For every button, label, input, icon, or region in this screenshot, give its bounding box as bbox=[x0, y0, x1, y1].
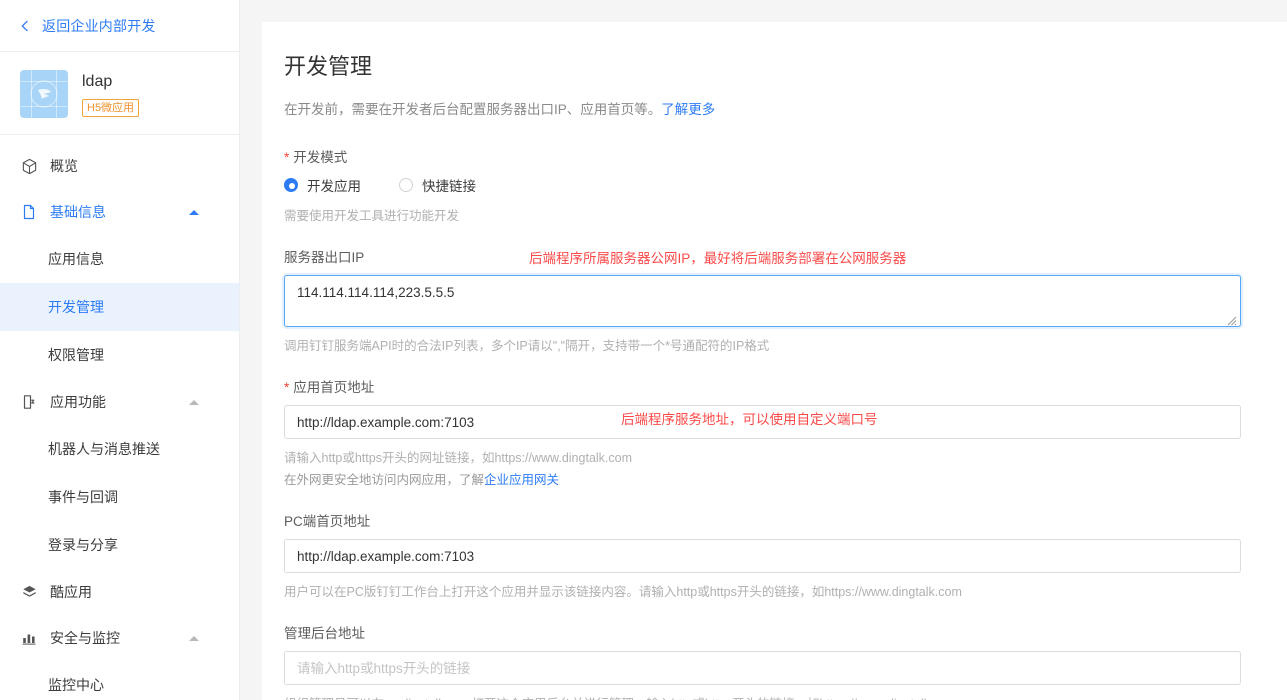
app-home-url-hint: 请输入http或https开头的网址链接，如https://www.dingta… bbox=[284, 451, 633, 465]
server-ip-hint: 调用钉钉服务端API时的合法IP列表，多个IP请以","隔开，支持带一个*号通配… bbox=[284, 339, 770, 353]
sidebar-item-label: 安全与监控 bbox=[50, 630, 120, 646]
dev-mode-label-row: * 开发模式 bbox=[284, 146, 1241, 166]
radio-dot-icon bbox=[284, 178, 298, 192]
learn-more-link[interactable]: 了解更多 bbox=[661, 102, 715, 117]
page-root: 返回企业内部开发 ldap H5微应用 概览 基础信息 应用信息 开发管理 权限… bbox=[0, 0, 1287, 700]
admin-url-label: 管理后台地址 bbox=[284, 626, 365, 641]
chevron-up-icon[interactable] bbox=[189, 635, 199, 641]
sidebar-item-label: 事件与回调 bbox=[48, 489, 118, 505]
sidebar-item-label: 权限管理 bbox=[48, 347, 104, 363]
sidebar-item-app-info[interactable]: 应用信息 bbox=[0, 235, 239, 283]
sidebar-item-label: 概览 bbox=[50, 158, 78, 174]
admin-url-field: 管理后台地址 组织管理员可以在oa.dingtalk.com打开这个应用后台并进… bbox=[284, 622, 1241, 700]
dev-mode-hint: 需要使用开发工具进行功能开发 bbox=[284, 209, 460, 223]
chevron-up-icon[interactable] bbox=[189, 209, 199, 215]
dev-management-card: 开发管理 在开发前，需要在开发者后台配置服务器出口IP、应用首页等。了解更多 *… bbox=[262, 22, 1287, 700]
sidebar-item-robot-push[interactable]: 机器人与消息推送 bbox=[0, 425, 239, 473]
radio-dot-icon bbox=[399, 178, 413, 192]
phone-bolt-icon bbox=[20, 393, 38, 411]
app-home-url-label: 应用首页地址 bbox=[293, 380, 375, 395]
dev-mode-label: 开发模式 bbox=[293, 150, 348, 165]
app-meta: ldap H5微应用 bbox=[82, 70, 140, 117]
app-home-url-label-row: * 应用首页地址 bbox=[284, 376, 1241, 396]
sidebar-item-label: 监控中心 bbox=[48, 677, 104, 693]
sidebar-item-login-share[interactable]: 登录与分享 bbox=[0, 521, 239, 569]
page-title: 开发管理 bbox=[284, 54, 373, 79]
app-home-url-field: * 应用首页地址 后端程序服务地址，可以使用自定义端口号 请输入http或htt… bbox=[284, 376, 1241, 490]
dev-mode-radio-group: 开发应用 快捷链接 bbox=[284, 175, 1241, 195]
sidebar-item-label: 登录与分享 bbox=[48, 537, 118, 553]
radio-label: 开发应用 bbox=[307, 179, 361, 194]
sidebar-item-cool-app[interactable]: 酷应用 bbox=[0, 569, 239, 615]
pc-home-url-input[interactable] bbox=[284, 539, 1241, 573]
page-description: 在开发前，需要在开发者后台配置服务器出口IP、应用首页等。了解更多 bbox=[284, 98, 1241, 118]
app-header: ldap H5微应用 bbox=[0, 52, 239, 135]
admin-url-input[interactable] bbox=[284, 651, 1241, 685]
app-home-url-annotation: 后端程序服务地址，可以使用自定义端口号 bbox=[621, 412, 878, 427]
server-ip-field: 服务器出口IP 后端程序所属服务器公网IP，最好将后端服务部署在公网服务器 调用… bbox=[284, 246, 1241, 356]
page-description-text: 在开发前，需要在开发者后台配置服务器出口IP、应用首页等。 bbox=[284, 102, 662, 117]
cube-icon bbox=[20, 157, 38, 175]
required-marker: * bbox=[284, 150, 290, 165]
back-link[interactable]: 返回企业内部开发 bbox=[0, 0, 239, 52]
sidebar-item-label: 机器人与消息推送 bbox=[48, 441, 160, 457]
app-wing-icon bbox=[20, 70, 68, 118]
pc-home-url-field: PC端首页地址 用户可以在PC版钉钉工作台上打开这个应用并显示该链接内容。请输入… bbox=[284, 510, 1241, 602]
sidebar-item-basic-info[interactable]: 基础信息 bbox=[0, 189, 239, 235]
chevron-left-icon bbox=[18, 19, 32, 33]
sidebar-item-overview[interactable]: 概览 bbox=[0, 143, 239, 189]
pc-home-url-hint: 用户可以在PC版钉钉工作台上打开这个应用并显示该链接内容。请输入http或htt… bbox=[284, 585, 962, 599]
chevron-up-icon[interactable] bbox=[189, 399, 199, 405]
app-type-badge: H5微应用 bbox=[82, 99, 140, 117]
sidebar-item-monitor-center[interactable]: 监控中心 bbox=[0, 661, 239, 700]
radio-label: 快捷链接 bbox=[422, 179, 476, 194]
sidebar-nav: 概览 基础信息 应用信息 开发管理 权限管理 应用功能 机器人与消息推送 事件与… bbox=[0, 135, 239, 700]
sidebar-item-label: 应用信息 bbox=[48, 251, 104, 267]
sidebar-item-label: 应用功能 bbox=[50, 394, 106, 410]
cool-app-icon bbox=[20, 583, 38, 601]
required-marker: * bbox=[284, 380, 290, 395]
bar-chart-icon bbox=[20, 629, 38, 647]
server-ip-textarea[interactable] bbox=[284, 275, 1241, 327]
back-link-label: 返回企业内部开发 bbox=[42, 17, 156, 34]
app-name: ldap bbox=[82, 73, 113, 90]
sidebar-item-label: 酷应用 bbox=[50, 584, 92, 600]
sidebar-item-dev-management[interactable]: 开发管理 bbox=[0, 283, 239, 331]
enterprise-gateway-link[interactable]: 企业应用网关 bbox=[484, 473, 559, 487]
app-home-url-hint2: 在外网更安全地访问内网应用，了解企业应用网关 bbox=[284, 470, 1241, 490]
sidebar-item-events-callback[interactable]: 事件与回调 bbox=[0, 473, 239, 521]
sidebar-item-label: 基础信息 bbox=[50, 204, 106, 220]
app-home-url-hint2-text: 在外网更安全地访问内网应用，了解 bbox=[284, 473, 485, 487]
radio-dev-app[interactable]: 开发应用 bbox=[284, 175, 361, 195]
sidebar: 返回企业内部开发 ldap H5微应用 概览 基础信息 应用信息 开发管理 权限… bbox=[0, 0, 240, 700]
pc-home-url-label: PC端首页地址 bbox=[284, 514, 371, 529]
radio-quick-link[interactable]: 快捷链接 bbox=[399, 175, 476, 195]
sidebar-item-label: 开发管理 bbox=[48, 299, 104, 315]
sidebar-item-app-features[interactable]: 应用功能 bbox=[0, 379, 239, 425]
server-ip-annotation: 后端程序所属服务器公网IP，最好将后端服务部署在公网服务器 bbox=[529, 251, 907, 266]
main-area: 开发管理 在开发前，需要在开发者后台配置服务器出口IP、应用首页等。了解更多 *… bbox=[240, 0, 1287, 700]
admin-url-hint: 组织管理员可以在oa.dingtalk.com打开这个应用后台并进行管理。输入h… bbox=[284, 694, 1241, 700]
file-icon bbox=[20, 203, 38, 221]
sidebar-item-security-monitoring[interactable]: 安全与监控 bbox=[0, 615, 239, 661]
sidebar-item-permission-management[interactable]: 权限管理 bbox=[0, 331, 239, 379]
